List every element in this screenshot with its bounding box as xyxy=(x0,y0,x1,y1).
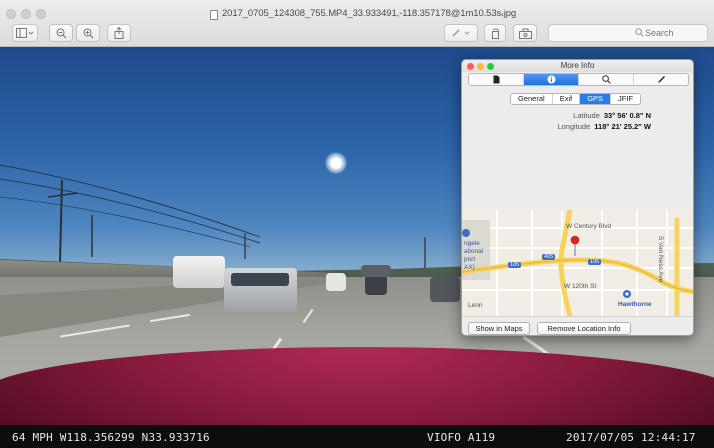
distant-car xyxy=(326,273,346,291)
minimize-window-button[interactable] xyxy=(21,9,31,19)
search-icon xyxy=(635,28,644,37)
share-button[interactable] xyxy=(107,24,131,42)
zoom-out-button[interactable] xyxy=(49,24,73,42)
show-in-maps-button[interactable]: Show in Maps xyxy=(468,322,530,335)
share-icon xyxy=(114,27,124,39)
tab-more-info[interactable] xyxy=(524,74,579,85)
camera-model-overlay: VIOFO A119 xyxy=(427,431,496,444)
speed-gps-overlay: 64 MPH W118.356299 N33.933716 xyxy=(12,431,210,444)
info-icon xyxy=(547,75,555,84)
freeway-shield-405: 405 xyxy=(542,254,556,260)
more-info-panel: More Info General Exif GPS JFIF Latitude… xyxy=(461,59,694,336)
toolbox-icon xyxy=(518,28,532,39)
tab-general-info[interactable] xyxy=(469,74,524,85)
zoom-window-button[interactable] xyxy=(36,9,46,19)
preview-toolbar: 2017_0705_124308_755.MP4_33.933491,-118.… xyxy=(0,0,714,47)
window-title: 2017_0705_124308_755.MP4_33.933491,-118.… xyxy=(222,8,517,19)
rotate-button[interactable] xyxy=(484,24,506,42)
inspector-tabs xyxy=(468,73,689,86)
subtab-gps[interactable]: GPS xyxy=(580,94,612,104)
location-map[interactable]: W Century Blvd W 120th St Hawthorne ngel… xyxy=(462,210,693,316)
freeway-shield-105-west: 105 xyxy=(508,262,522,268)
map-label-hawthorne: Hawthorne xyxy=(618,301,652,308)
right-car xyxy=(430,277,460,302)
document-icon xyxy=(210,10,218,20)
map-label-lennox: Lenn xyxy=(468,302,483,309)
sidebar-icon xyxy=(16,28,34,38)
latitude-row: Latitude 33° 56' 0.8" N xyxy=(573,111,651,120)
markup-button[interactable] xyxy=(444,24,478,42)
map-label-120th: W 120th St xyxy=(564,283,597,290)
map-footer: Show in Maps Remove Location Info xyxy=(462,316,693,335)
sedan-rear-window xyxy=(231,273,289,286)
map-label-vanness: S Van Ness Ave xyxy=(657,236,664,283)
zoom-in-button[interactable] xyxy=(76,24,100,42)
subtab-exif[interactable]: Exif xyxy=(553,94,581,104)
map-label-century: W Century Blvd xyxy=(566,223,612,230)
longitude-row: Longitude 118° 21' 25.2" W xyxy=(557,122,651,131)
white-van xyxy=(173,256,225,288)
map-label-airport-4: AX) xyxy=(464,264,475,271)
rotate-icon xyxy=(491,27,499,39)
sidebar-toggle-button[interactable] xyxy=(12,24,38,42)
title-chevron-icon[interactable]: ⌄ xyxy=(499,8,506,17)
latitude-label: Latitude xyxy=(573,111,600,120)
remove-location-button[interactable]: Remove Location Info xyxy=(537,322,631,335)
map-label-airport-1: ngele xyxy=(464,240,480,247)
zoom-out-icon xyxy=(56,28,66,38)
toolbox-button[interactable] xyxy=(513,24,537,42)
zoom-in-icon xyxy=(83,28,93,38)
tab-annotations[interactable] xyxy=(634,74,688,85)
latitude-value: 33° 56' 0.8" N xyxy=(603,111,651,120)
search-field[interactable] xyxy=(548,24,708,42)
tab-keywords[interactable] xyxy=(579,74,634,85)
panel-title: More Info xyxy=(560,61,595,70)
pen-icon xyxy=(657,76,665,83)
map-label-airport-2: ational xyxy=(464,248,484,255)
longitude-value: 118° 21' 25.2" W xyxy=(594,122,651,131)
subtab-general[interactable]: General xyxy=(511,94,553,104)
close-window-button[interactable] xyxy=(6,9,16,19)
map-label-airport-3: port xyxy=(464,256,476,263)
search-input[interactable] xyxy=(645,28,701,38)
distant-suv xyxy=(365,275,387,295)
distant-truck xyxy=(361,265,391,277)
search-icon xyxy=(601,75,611,84)
panel-titlebar: More Info xyxy=(462,60,693,72)
freeway-shield-105-east: 105 xyxy=(588,259,602,265)
subtab-jfif[interactable]: JFIF xyxy=(611,94,640,104)
longitude-label: Longitude xyxy=(557,122,591,131)
document-icon xyxy=(493,75,499,84)
metadata-subtabs: General Exif GPS JFIF xyxy=(510,93,642,105)
timestamp-overlay: 2017/07/05 12:44:17 xyxy=(566,431,696,444)
markup-pen-icon xyxy=(452,29,470,37)
